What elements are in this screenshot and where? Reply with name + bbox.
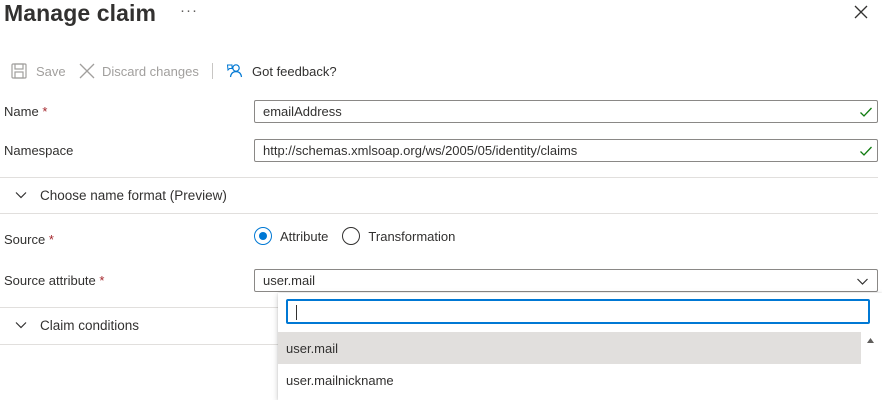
source-transformation-label: Transformation [368, 228, 456, 244]
toolbar-divider [212, 63, 213, 79]
close-icon[interactable] [852, 3, 870, 21]
claim-conditions-section-label: Claim conditions [40, 317, 140, 333]
discard-changes-button[interactable]: Discard changes [78, 59, 199, 83]
name-label: Name * [4, 104, 48, 119]
source-radio-group: Attribute Transformation [254, 226, 469, 246]
close-icon [79, 63, 95, 79]
source-attribute-radio[interactable]: Attribute [254, 227, 328, 245]
dropdown-option[interactable]: user.mailnickname [278, 364, 861, 396]
divider [0, 177, 878, 178]
namespace-field[interactable]: http://schemas.xmlsoap.org/ws/2005/05/id… [254, 139, 878, 162]
source-attribute-dropdown-list: user.mail user.mailnickname [278, 293, 882, 400]
text-caret [296, 305, 297, 320]
name-field-value: emailAddress [263, 104, 342, 119]
radio-unselected-icon [342, 227, 361, 245]
name-format-section-label: Choose name format (Preview) [40, 187, 227, 203]
source-attribute-dropdown[interactable]: user.mail [254, 269, 878, 292]
radio-selected-icon [254, 227, 272, 245]
feedback-button[interactable]: Got feedback? [226, 59, 337, 83]
chevron-down-icon [857, 278, 868, 285]
scroll-up-arrow-icon[interactable] [866, 337, 875, 344]
source-attribute-field-label: Source attribute * [4, 273, 105, 288]
source-attribute-label: Attribute [280, 228, 329, 244]
source-transformation-radio[interactable]: Transformation [342, 227, 455, 245]
chevron-down-icon [15, 322, 27, 329]
dropdown-search-input[interactable] [286, 299, 870, 324]
divider [0, 213, 878, 214]
divider [0, 344, 278, 345]
feedback-icon [226, 64, 243, 78]
command-bar: Save Discard changes Got feedback? [0, 59, 400, 83]
save-button[interactable]: Save [10, 59, 66, 83]
name-field[interactable]: emailAddress [254, 100, 878, 123]
chevron-down-icon [15, 192, 27, 199]
namespace-label: Namespace [4, 143, 74, 158]
save-button-label: Save [36, 63, 66, 79]
feedback-label: Got feedback? [252, 63, 337, 79]
checkmark-icon [860, 107, 872, 117]
discard-changes-label: Discard changes [102, 63, 199, 79]
page-title: Manage claim [4, 0, 157, 26]
checkmark-icon [860, 146, 872, 156]
namespace-field-value: http://schemas.xmlsoap.org/ws/2005/05/id… [263, 143, 578, 158]
save-icon [11, 63, 27, 79]
source-attribute-value: user.mail [263, 273, 316, 288]
more-options-button[interactable]: ··· [180, 2, 198, 19]
source-label: Source * [4, 232, 54, 247]
name-format-section-toggle[interactable]: Choose name format (Preview) [0, 185, 227, 205]
dropdown-option[interactable]: user.mail [278, 332, 861, 364]
claim-conditions-section-toggle[interactable]: Claim conditions [0, 315, 139, 335]
